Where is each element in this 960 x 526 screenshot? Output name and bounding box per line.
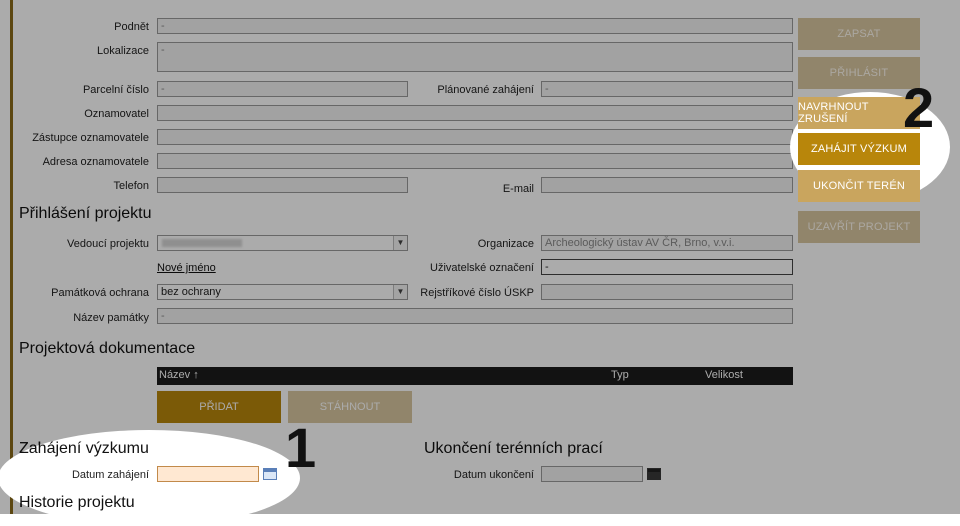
planovane-zahajeni-label: Plánované zahájení <box>437 84 534 96</box>
uzavrit-projekt-button[interactable]: UZAVŘÍT PROJEKT <box>798 211 920 243</box>
column-velikost[interactable]: Velikost <box>705 369 743 381</box>
lokalizace-label: Lokalizace <box>97 45 149 57</box>
datum-zahajeni-label-highlight: Datum zahájení <box>71 469 149 481</box>
podnet-field[interactable]: - <box>157 18 793 34</box>
oznamovatel-label: Oznamovatel <box>84 108 149 120</box>
parcelni-cislo-label: Parcelní číslo <box>82 84 149 96</box>
prihlaseni-section-title: Přihlášení projektu <box>19 205 152 222</box>
telefon-field[interactable] <box>157 177 408 193</box>
podnet-label: Podnět <box>114 21 149 33</box>
datum-ukonceni-input[interactable] <box>541 466 643 482</box>
calendar-icon[interactable] <box>647 468 661 480</box>
column-nazev[interactable]: Název ↑ <box>159 369 199 381</box>
adresa-label: Adresa oznamovatele <box>42 156 149 168</box>
telefon-label: Telefon <box>113 180 149 192</box>
nazev-pamatky-label: Název památky <box>73 312 149 324</box>
nove-jmeno-link[interactable]: Nové jméno <box>157 262 216 274</box>
navrhnout-zruseni-button[interactable]: NAVRHNOUT ZRUŠENÍ <box>798 97 920 129</box>
vedouci-select[interactable]: ▼ <box>157 235 408 251</box>
vedouci-label: Vedoucí projektu <box>67 238 149 250</box>
zastupce-label: Zástupce oznamovatele <box>32 132 149 144</box>
prihlasit-button[interactable]: PŘIHLÁSIT <box>798 57 920 89</box>
zastupce-field[interactable] <box>157 129 793 145</box>
zahajeni-section-title-highlight: Zahájení výzkumu <box>19 440 149 457</box>
column-typ[interactable]: Typ <box>611 369 629 381</box>
pridat-button[interactable]: PŘIDAT <box>157 391 281 423</box>
calendar-icon[interactable] <box>263 468 277 480</box>
documents-table-header: Název ↑ Typ Velikost <box>157 367 793 385</box>
marker-one: 1 <box>285 416 317 479</box>
rejstrikove-label: Rejstříkové číslo ÚSKP <box>420 287 534 299</box>
organizace-label: Organizace <box>477 238 534 250</box>
adresa-field[interactable] <box>157 153 793 169</box>
datum-zahajeni-input-highlight[interactable] <box>157 466 259 482</box>
email-field[interactable] <box>541 177 793 193</box>
datum-ukonceni-label: Datum ukončení <box>453 469 534 481</box>
planovane-zahajeni-field[interactable]: - <box>541 81 793 97</box>
uzivatelske-field[interactable]: - <box>541 259 793 275</box>
email-label: E-mail <box>502 183 534 195</box>
historie-section-title-highlight: Historie projektu <box>19 494 135 511</box>
pamatkova-value: bez ochrany <box>161 286 221 298</box>
lokalizace-field[interactable]: - <box>157 42 793 72</box>
nazev-pamatky-field[interactable]: - <box>157 308 793 324</box>
dokumentace-section-title: Projektová dokumentace <box>19 340 196 357</box>
zapsat-button[interactable]: ZAPSAT <box>798 18 920 50</box>
left-accent-bar <box>10 0 13 514</box>
blurred-name <box>162 239 242 247</box>
pamatkova-label: Památková ochrana <box>51 287 149 299</box>
ukonceni-section-title: Ukončení terénních prací <box>424 440 603 457</box>
pamatkova-select[interactable]: bez ochrany ▼ <box>157 284 408 300</box>
oznamovatel-field[interactable] <box>157 105 793 121</box>
ukoncit-teren-button[interactable]: UKONČIT TERÉN <box>798 170 920 202</box>
organizace-field: Archeologický ústav AV ČR, Brno, v.v.i. <box>541 235 793 251</box>
chevron-down-icon[interactable]: ▼ <box>393 236 407 250</box>
parcelni-cislo-field[interactable]: - <box>157 81 408 97</box>
marker-two: 2 <box>903 76 935 139</box>
zahajit-vyzkum-button[interactable]: ZAHÁJIT VÝZKUM <box>798 133 920 165</box>
rejstrikove-field[interactable] <box>541 284 793 300</box>
uzivatelske-label: Uživatelské označení <box>430 262 534 274</box>
